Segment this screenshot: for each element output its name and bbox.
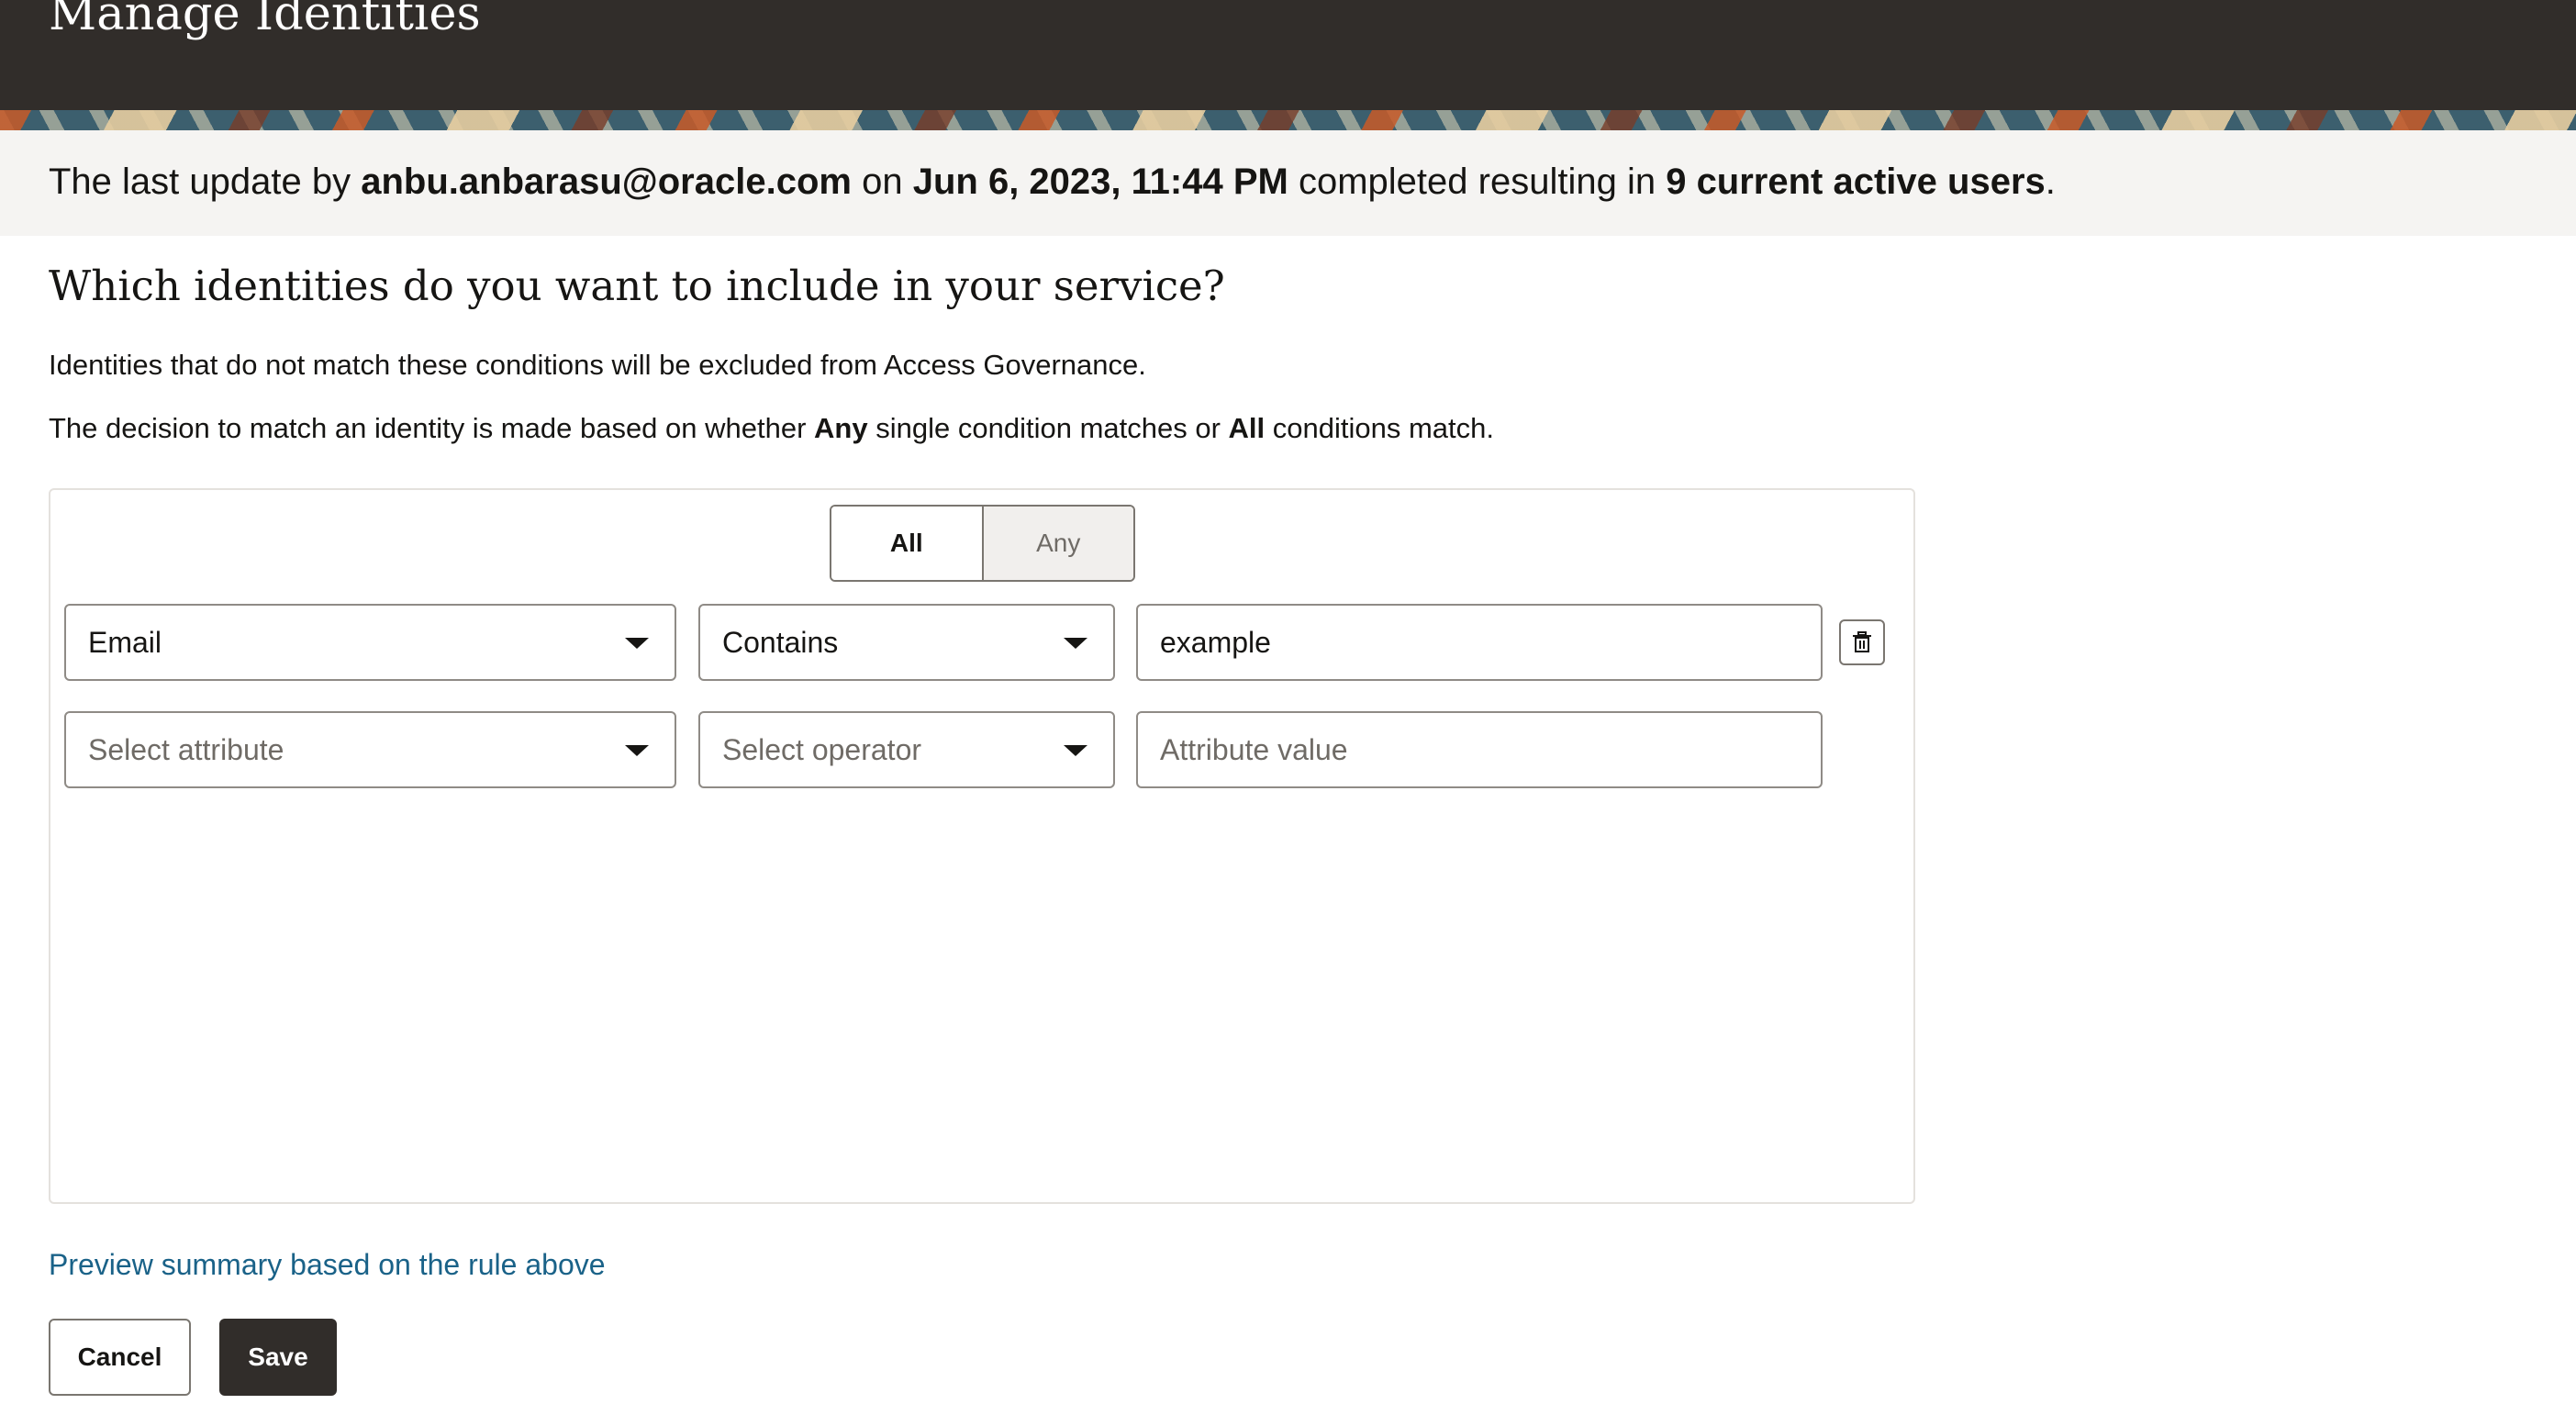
operator-select[interactable]: Contains: [698, 604, 1115, 681]
status-prefix: The last update by: [49, 162, 351, 202]
status-count: 9 current active users: [1666, 162, 2046, 202]
chevron-down-icon: [625, 745, 649, 756]
new-attribute-placeholder: Select attribute: [88, 732, 284, 766]
desc-part1: The decision to match an identity is mad…: [49, 412, 807, 444]
chevron-down-icon: [625, 638, 649, 649]
toggle-any-button[interactable]: Any: [981, 507, 1133, 580]
rule-builder-panel: [49, 488, 1915, 1204]
toggle-all-button[interactable]: All: [831, 507, 982, 580]
desc-any: Any: [814, 412, 868, 444]
trash-icon: [1853, 631, 1871, 652]
new-operator-select[interactable]: Select operator: [698, 711, 1115, 788]
status-datetime: Jun 6, 2023, 11:44 PM: [912, 162, 1288, 202]
attribute-value-input[interactable]: example: [1136, 604, 1823, 681]
new-operator-placeholder: Select operator: [722, 732, 922, 766]
match-mode-toggle: All Any: [830, 505, 1135, 582]
page-title: Manage Identities: [49, 0, 481, 41]
status-user: anbu.anbarasu@oracle.com: [361, 162, 852, 202]
section-heading: Which identities do you want to include …: [49, 262, 1225, 310]
desc-part2: single condition matches or: [875, 412, 1221, 444]
save-button[interactable]: Save: [219, 1319, 337, 1396]
decorative-banner: [0, 110, 2576, 130]
status-suffix: .: [2045, 162, 2056, 202]
chevron-down-icon: [1064, 638, 1087, 649]
attribute-select[interactable]: Email: [64, 604, 676, 681]
attribute-value-text: example: [1160, 625, 1271, 659]
chevron-down-icon: [1064, 745, 1087, 756]
preview-summary-link[interactable]: Preview summary based on the rule above: [49, 1248, 606, 1282]
description-matching: The decision to match an identity is mad…: [49, 412, 1494, 445]
delete-rule-button[interactable]: [1839, 619, 1885, 665]
desc-all: All: [1228, 412, 1266, 444]
description-exclusion: Identities that do not match these condi…: [49, 349, 1146, 381]
attribute-select-value: Email: [88, 625, 162, 659]
desc-part3: conditions match.: [1272, 412, 1495, 444]
status-message: The last update by anbu.anbarasu@oracle.…: [49, 162, 2056, 203]
status-strip: The last update by anbu.anbarasu@oracle.…: [0, 130, 2576, 236]
new-attribute-value-placeholder: Attribute value: [1160, 732, 1348, 766]
cancel-button[interactable]: Cancel: [49, 1319, 191, 1396]
new-attribute-select[interactable]: Select attribute: [64, 711, 676, 788]
status-middle: completed resulting in: [1298, 162, 1656, 202]
page-header: Manage Identities: [0, 0, 2576, 110]
new-attribute-value-input[interactable]: Attribute value: [1136, 711, 1823, 788]
operator-select-value: Contains: [722, 625, 839, 659]
status-on: on: [862, 162, 903, 202]
